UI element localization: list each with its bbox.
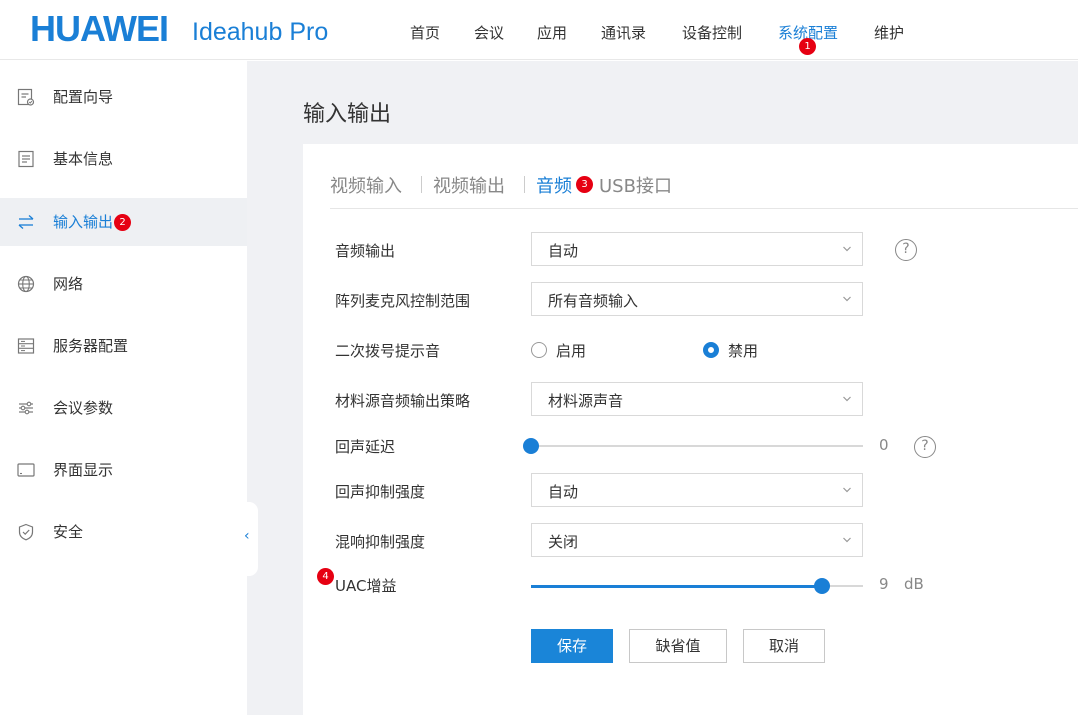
- help-icon[interactable]: ?: [895, 239, 917, 261]
- nav-contacts[interactable]: 通讯录: [601, 22, 646, 43]
- sidebar-item-conference-params[interactable]: 会议参数: [0, 384, 247, 432]
- sidebar-item-label: 界面显示: [53, 461, 114, 479]
- huawei-logo: HUAWEI: [30, 8, 169, 49]
- select-value: 材料源声音: [548, 392, 624, 410]
- echo-delay-slider[interactable]: [523, 438, 863, 454]
- second-dial-label: 二次拨号提示音: [335, 342, 441, 360]
- sidebar-item-label: 安全: [53, 523, 84, 541]
- sidebar-item-label: 会议参数: [53, 399, 114, 417]
- nav-maintenance[interactable]: 维护: [874, 22, 904, 43]
- sidebar-item-basic-info[interactable]: 基本信息: [0, 135, 247, 183]
- select-value: 自动: [548, 483, 579, 501]
- tab-divider: [524, 176, 525, 193]
- sidebar-item-config-wizard[interactable]: 配置向导: [0, 73, 247, 121]
- cancel-button[interactable]: 取消: [743, 629, 825, 663]
- product-name: Ideahub Pro: [192, 18, 329, 46]
- radio-enable-label: 启用: [556, 342, 587, 360]
- nav-conference[interactable]: 会议: [474, 22, 504, 43]
- annotation-badge-2: 2: [114, 214, 131, 231]
- mic-range-select[interactable]: 所有音频输入: [531, 282, 863, 316]
- radio-disable-label: 禁用: [728, 342, 759, 360]
- slider-fill: [531, 585, 822, 588]
- default-button[interactable]: 缺省值: [629, 629, 727, 663]
- tab-audio[interactable]: 音频: [536, 172, 572, 198]
- document-icon: [18, 150, 34, 168]
- radio-enable[interactable]: [531, 342, 547, 358]
- material-policy-select[interactable]: 材料源声音: [531, 382, 863, 416]
- sidebar-collapse-toggle[interactable]: ‹: [241, 502, 258, 576]
- chevron-down-icon: [843, 246, 851, 252]
- sidebar-item-label: 输入输出: [53, 213, 114, 231]
- annotation-badge-4: 4: [317, 568, 334, 585]
- page-title: 输入输出: [303, 102, 392, 127]
- sidebar-item-label: 基本信息: [53, 150, 114, 168]
- select-value: 自动: [548, 242, 579, 260]
- select-value: 所有音频输入: [548, 292, 639, 310]
- chevron-down-icon: [843, 487, 851, 493]
- uac-gain-value: 9: [879, 575, 889, 593]
- server-icon: [17, 338, 35, 354]
- chevron-down-icon: [843, 296, 851, 302]
- uac-gain-label: UAC增益: [335, 577, 397, 595]
- sidebar-item-network[interactable]: 网络: [0, 260, 247, 308]
- sidebar-item-security[interactable]: 安全: [0, 508, 247, 556]
- nav-device-control[interactable]: 设备控制: [682, 22, 742, 43]
- settings-card: 视频输入 视频输出 音频 3 USB接口 音频输出 自动 ? 阵列麦克风控制范围…: [303, 144, 1078, 715]
- tab-usb[interactable]: USB接口: [599, 172, 672, 198]
- tab-video-input[interactable]: 视频输入: [330, 172, 402, 198]
- sidebar-item-input-output[interactable]: 输入输出 2: [0, 198, 247, 246]
- reverb-suppression-select[interactable]: 关闭: [531, 523, 863, 557]
- nav-home[interactable]: 首页: [410, 22, 440, 43]
- save-button[interactable]: 保存: [531, 629, 613, 663]
- sidebar-item-server-config[interactable]: 服务器配置: [0, 322, 247, 370]
- radio-disable[interactable]: [703, 342, 719, 358]
- sliders-icon: [19, 401, 33, 415]
- tab-underline: [330, 208, 1078, 209]
- sidebar-item-label: 网络: [53, 275, 84, 293]
- mic-range-label: 阵列麦克风控制范围: [335, 292, 471, 310]
- uac-gain-unit: dB: [904, 575, 924, 593]
- nav-apps[interactable]: 应用: [537, 22, 567, 43]
- chevron-left-icon: ‹: [244, 528, 250, 544]
- swap-icon: [18, 215, 34, 229]
- main-content: 输入输出 视频输入 视频输出 音频 3 USB接口 音频输出 自动 ? 阵列麦克…: [247, 61, 1078, 715]
- annotation-badge-3: 3: [576, 176, 593, 193]
- sidebar-item-display[interactable]: 界面显示: [0, 446, 247, 494]
- slider-knob[interactable]: [523, 438, 539, 454]
- select-value: 关闭: [548, 533, 579, 551]
- sidebar: 配置向导 基本信息 输入输出 2 网络 服务器配置 会议参数 界面显示 安全: [0, 61, 247, 715]
- sidebar-item-label: 配置向导: [53, 88, 114, 106]
- echo-suppression-label: 回声抑制强度: [335, 483, 426, 501]
- shield-icon: [18, 523, 34, 541]
- display-icon: [17, 463, 35, 477]
- reverb-suppression-label: 混响抑制强度: [335, 533, 426, 551]
- wizard-icon: [17, 88, 35, 106]
- tab-video-output[interactable]: 视频输出: [433, 172, 505, 198]
- slider-knob[interactable]: [814, 578, 830, 594]
- chevron-down-icon: [843, 537, 851, 543]
- audio-output-label: 音频输出: [335, 242, 396, 260]
- top-header: HUAWEI Ideahub Pro 首页 会议 应用 通讯录 设备控制 系统配…: [0, 0, 1078, 60]
- globe-icon: [17, 275, 35, 293]
- tab-divider: [421, 176, 422, 193]
- uac-gain-slider[interactable]: [531, 578, 863, 594]
- audio-output-select[interactable]: 自动: [531, 232, 863, 266]
- echo-delay-value: 0: [879, 436, 889, 454]
- echo-delay-label: 回声延迟: [335, 438, 396, 456]
- sidebar-item-label: 服务器配置: [53, 337, 129, 355]
- chevron-down-icon: [843, 396, 851, 402]
- help-icon[interactable]: ?: [914, 436, 936, 458]
- echo-suppression-select[interactable]: 自动: [531, 473, 863, 507]
- annotation-badge-1: 1: [799, 38, 816, 55]
- material-policy-label: 材料源音频输出策略: [335, 392, 471, 410]
